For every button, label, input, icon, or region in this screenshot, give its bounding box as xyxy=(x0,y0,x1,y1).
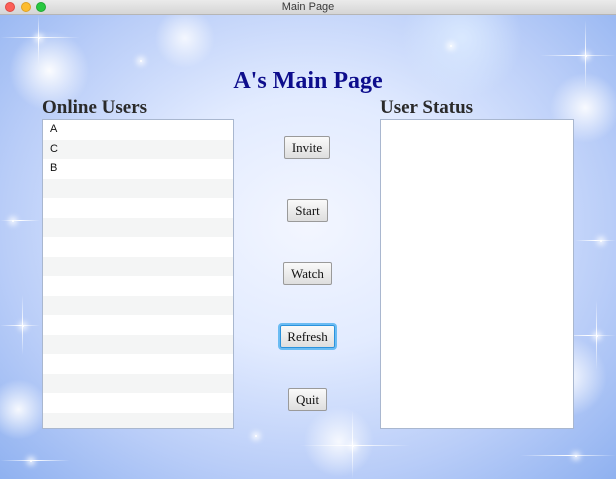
refresh-button[interactable]: Refresh xyxy=(280,325,335,348)
list-item[interactable] xyxy=(43,295,233,315)
user-status-label: User Status xyxy=(380,97,474,118)
list-item[interactable] xyxy=(43,237,233,257)
list-item[interactable] xyxy=(43,217,233,237)
list-item[interactable] xyxy=(43,334,233,354)
window-title: Main Page xyxy=(281,1,335,13)
list-item[interactable] xyxy=(43,412,233,428)
user-status-panel[interactable] xyxy=(380,119,574,429)
watch-button[interactable]: Watch xyxy=(283,262,332,285)
list-item[interactable] xyxy=(43,198,233,218)
list-item[interactable] xyxy=(43,315,233,335)
list-item[interactable] xyxy=(43,276,233,296)
list-item[interactable]: A xyxy=(43,120,233,140)
invite-button[interactable]: Invite xyxy=(284,136,330,159)
list-item[interactable] xyxy=(43,178,233,198)
title-bar[interactable]: Main Page xyxy=(0,0,616,15)
main-window: Main Page A's Main Page Online Users Use… xyxy=(0,0,616,479)
list-item[interactable] xyxy=(43,393,233,413)
online-users-list[interactable]: A C B xyxy=(42,119,234,429)
list-item[interactable] xyxy=(43,256,233,276)
online-users-label: Online Users xyxy=(42,97,148,118)
quit-button[interactable]: Quit xyxy=(288,388,327,411)
list-item[interactable] xyxy=(43,373,233,393)
content-area: A's Main Page Online Users User Status A… xyxy=(0,15,616,479)
list-item[interactable]: C xyxy=(43,139,233,159)
list-item[interactable] xyxy=(43,354,233,374)
list-item[interactable]: B xyxy=(43,159,233,179)
page-title: A's Main Page xyxy=(233,68,383,94)
start-button[interactable]: Start xyxy=(287,199,328,222)
